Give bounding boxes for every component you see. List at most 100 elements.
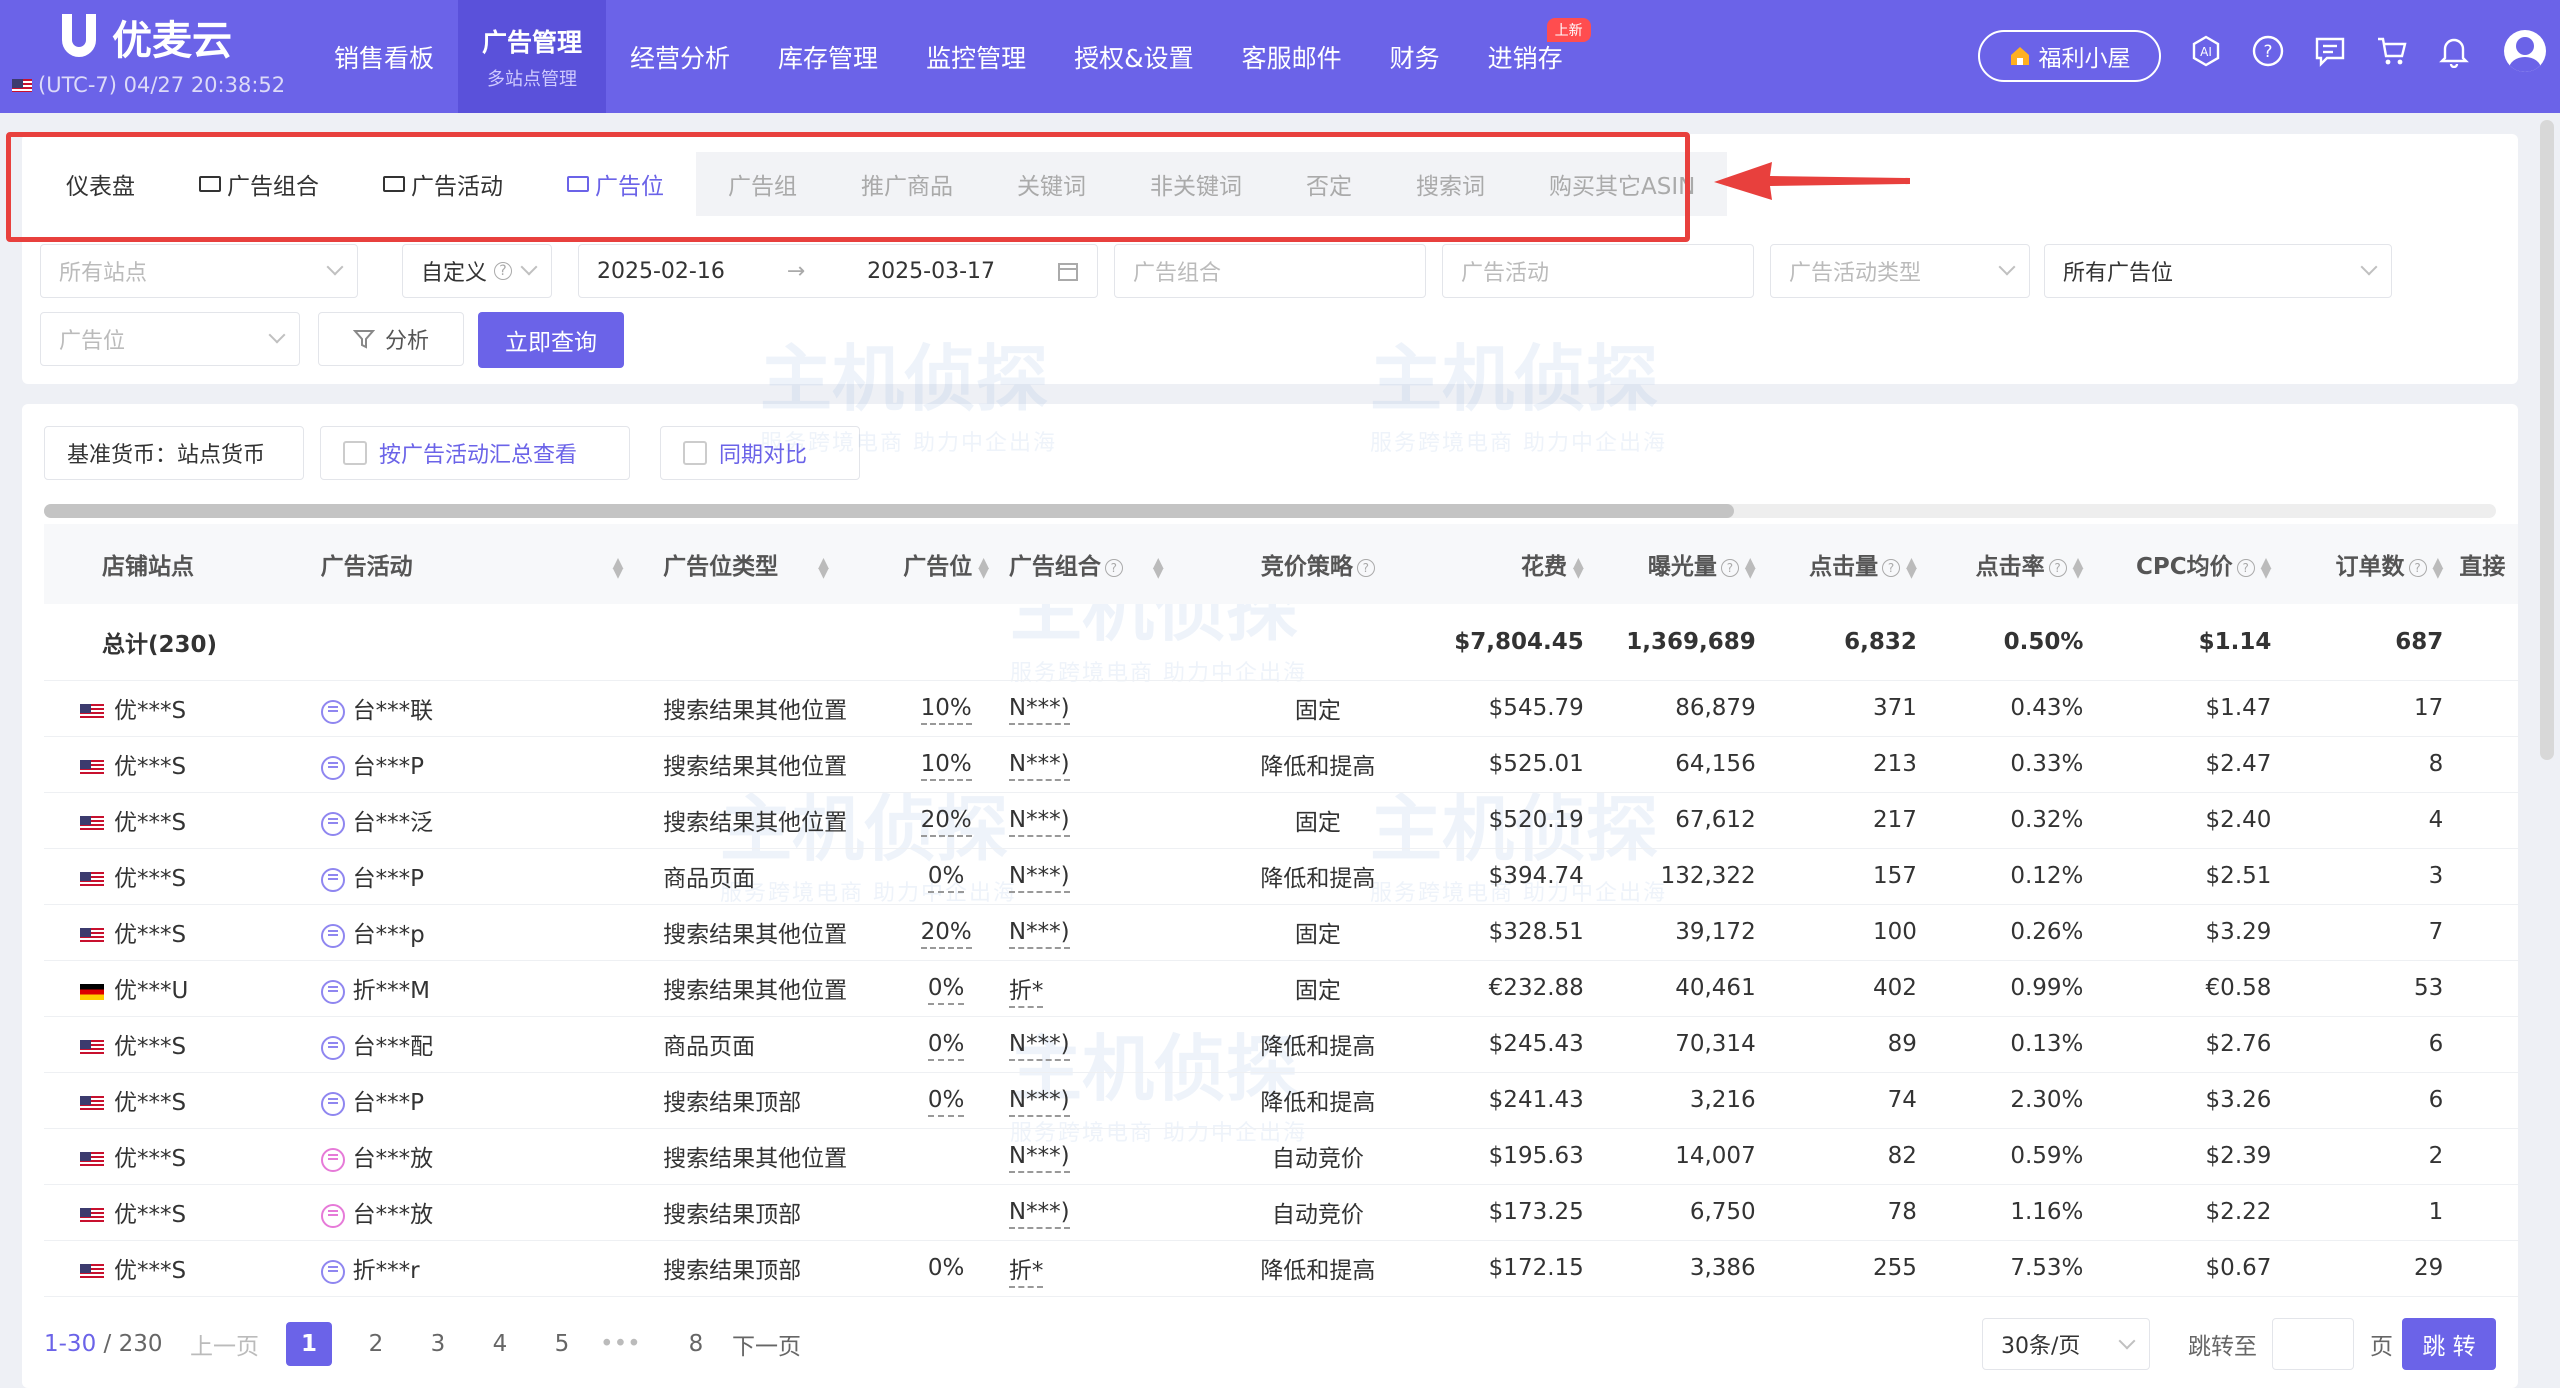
col-placement-type[interactable]: 广告位类型 ▲ ▼ [655,524,891,604]
nav-monitoring[interactable]: 监控管理 [902,0,1050,113]
table-row[interactable]: 优***S 台***P 搜索结果其他位置 10% N***) 降低和提高 $525.01 64… [44,736,2518,792]
site-select[interactable]: 所有站点 [40,244,358,298]
campaign-input[interactable]: 广告活动 [1442,244,1754,298]
sort-icon[interactable]: ▲ ▼ [978,556,989,580]
nav-ad-management[interactable]: 广告管理 多站点管理 [458,0,607,113]
placement-all-select[interactable]: 所有广告位 [2044,244,2392,298]
date-mode-select[interactable]: 自定义 ? [402,244,552,298]
nav-purchase-sales[interactable]: 进销存 上新 [1464,0,1591,113]
cell-portfolio[interactable]: 折* [1001,960,1216,1016]
table-row[interactable]: 优***S 台***配 商品页面 0% N***) 降低和提高 $245.43 70,314 8… [44,1016,2518,1072]
sort-icon[interactable]: ▲ ▼ [2073,556,2084,580]
cell-placement[interactable] [892,1128,1001,1184]
page-5[interactable]: 5 [550,1322,574,1366]
sort-icon[interactable]: ▲ ▼ [1153,556,1164,580]
page-2[interactable]: 2 [364,1322,388,1366]
cart-icon[interactable] [2374,33,2410,69]
sort-icon[interactable]: ▲ ▼ [2433,556,2444,580]
analyze-button[interactable]: 分析 [318,312,464,366]
goto-page-input[interactable] [2272,1318,2354,1370]
cell-placement[interactable]: 0% [892,1016,1001,1072]
bell-icon[interactable] [2436,33,2472,69]
table-row[interactable]: 优***S 台***放 搜索结果其他位置 N***) 自动竞价 $195.63 14,007… [44,1128,2518,1184]
yoy-toggle[interactable]: 同期对比 [660,426,860,480]
cell-campaign[interactable]: 折***r [313,1240,656,1296]
col-placement[interactable]: 广告位 ▲ ▼ [892,524,1001,604]
sort-icon[interactable]: ▲ ▼ [613,556,624,580]
campaign-type-select[interactable]: 广告活动类型 [1770,244,2030,298]
table-row[interactable]: 优***S 折***r 搜索结果顶部 0% 折* 降低和提高 $172.15 3,386 255… [44,1240,2518,1296]
next-page-button[interactable]: 下一页 [732,1322,801,1366]
sort-icon[interactable]: ▲ ▼ [1906,556,1917,580]
col-impressions[interactable]: 曝光量? ▲ ▼ [1592,524,1764,604]
col-orders[interactable]: 订单数? ▲ ▼ [2279,524,2451,604]
col-campaign[interactable]: 广告活动 ▲ ▼ [313,524,656,604]
nav-service-mail[interactable]: 客服邮件 [1218,0,1366,113]
nav-inventory[interactable]: 库存管理 [754,0,902,113]
cell-placement[interactable]: 10% [892,736,1001,792]
help-icon[interactable]: ? [2250,33,2286,69]
date-range-picker[interactable]: 2025-02-16 → 2025-03-17 [578,244,1098,298]
page-size-select[interactable]: 30条/页 [1982,1318,2150,1370]
message-icon[interactable] [2312,33,2348,69]
cell-placement[interactable]: 20% [892,792,1001,848]
cell-campaign[interactable]: 折***M [313,960,656,1016]
cell-campaign[interactable]: 台***放 [313,1128,656,1184]
cell-campaign[interactable]: 台***P [313,848,656,904]
by-campaign-toggle[interactable]: 按广告活动汇总查看 [320,426,630,480]
col-spend[interactable]: 花费 ▲ ▼ [1420,524,1592,604]
page-1[interactable]: 1 [286,1322,332,1366]
portfolio-input[interactable]: 广告组合 [1114,244,1426,298]
currency-select[interactable]: 基准货币：站点货币 [44,426,304,480]
cell-placement[interactable]: 20% [892,904,1001,960]
user-avatar[interactable] [2504,30,2546,72]
sort-icon[interactable]: ▲ ▼ [1573,556,1584,580]
cell-portfolio[interactable]: N***) [1001,792,1216,848]
table-row[interactable]: 优***S 台***联 搜索结果其他位置 10% N***) 固定 $545.79 86,87… [44,680,2518,736]
col-bid-strategy[interactable]: 竞价策略? [1216,524,1420,604]
cell-campaign[interactable]: 台***配 [313,1016,656,1072]
nav-auth-settings[interactable]: 授权&设置 [1050,0,1218,113]
prev-page-button[interactable]: 上一页 [190,1322,259,1366]
checkbox[interactable] [683,441,707,465]
cell-campaign[interactable]: 台***P [313,736,656,792]
table-row[interactable]: 优***S 台***p 搜索结果其他位置 20% N***) 固定 $328.51 39,17… [44,904,2518,960]
col-direct[interactable]: 直接 [2451,524,2518,604]
vertical-scrollbar[interactable] [2540,120,2554,760]
cell-campaign[interactable]: 台***联 [313,680,656,736]
cell-placement[interactable]: 0% [892,848,1001,904]
cell-placement[interactable]: 10% [892,680,1001,736]
cell-placement[interactable]: 0% [892,960,1001,1016]
cell-portfolio[interactable]: N***) [1001,848,1216,904]
table-row[interactable]: 优***S 台***P 搜索结果顶部 0% N***) 降低和提高 $241.43 3,216… [44,1072,2518,1128]
page-4[interactable]: 4 [488,1322,512,1366]
placement-select[interactable]: 广告位 [40,312,300,366]
cell-placement[interactable]: 0% [892,1240,1001,1296]
cell-portfolio[interactable]: N***) [1001,1072,1216,1128]
cell-campaign[interactable]: 台***泛 [313,792,656,848]
cell-portfolio[interactable]: N***) [1001,736,1216,792]
col-clicks[interactable]: 点击量? ▲ ▼ [1764,524,1925,604]
cell-campaign[interactable]: 台***放 [313,1184,656,1240]
nav-sales-board[interactable]: 销售看板 [310,0,458,113]
col-ctr[interactable]: 点击率? ▲ ▼ [1925,524,2092,604]
cell-campaign[interactable]: 台***p [313,904,656,960]
checkbox[interactable] [343,441,367,465]
nav-business-analysis[interactable]: 经营分析 [606,0,754,113]
sort-icon[interactable]: ▲ ▼ [1745,556,1756,580]
cell-portfolio[interactable]: N***) [1001,1184,1216,1240]
table-row[interactable]: 优***S 台***泛 搜索结果其他位置 20% N***) 固定 $520.19 67,61… [44,792,2518,848]
ai-icon[interactable]: AI [2188,33,2224,69]
page-3[interactable]: 3 [426,1322,450,1366]
cell-portfolio[interactable]: 折* [1001,1240,1216,1296]
table-row[interactable]: 优***S 台***P 商品页面 0% N***) 降低和提高 $394.74 132,322… [44,848,2518,904]
col-shop[interactable]: 店铺站点 [44,524,313,604]
cell-placement[interactable] [892,1184,1001,1240]
welfare-button[interactable]: 福利小屋 [1978,30,2161,82]
sort-icon[interactable]: ▲ ▼ [2261,556,2272,580]
page-ellipsis[interactable]: ••• [600,1322,641,1366]
sort-icon[interactable]: ▲ ▼ [818,556,829,580]
cell-portfolio[interactable]: N***) [1001,904,1216,960]
horizontal-scrollbar[interactable] [44,504,2496,518]
cell-portfolio[interactable]: N***) [1001,1016,1216,1072]
